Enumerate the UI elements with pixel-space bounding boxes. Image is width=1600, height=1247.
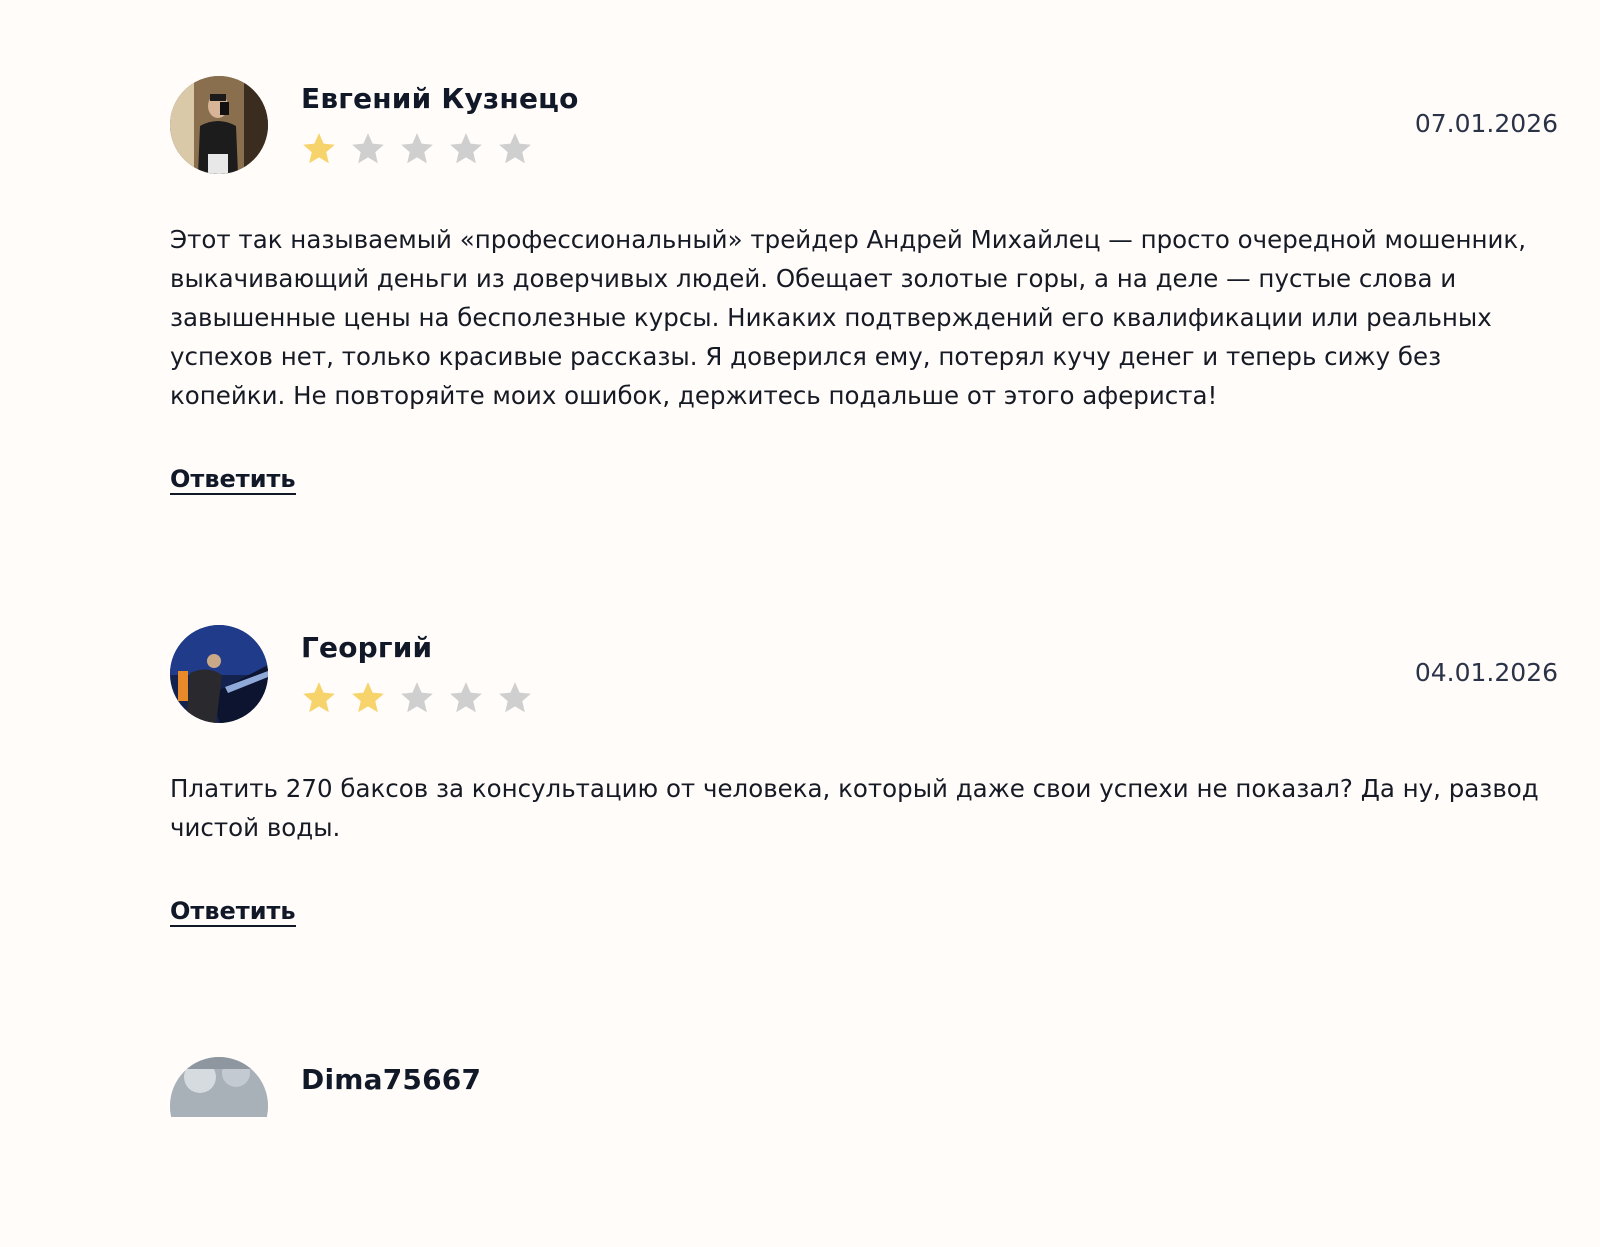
review-item: Георгий 04.01.2026 Платить 270 баксов за… — [170, 625, 1558, 927]
star-empty-icon — [450, 133, 482, 164]
avatar — [170, 76, 268, 174]
star-filled-icon — [303, 133, 335, 164]
review-header: Евгений Кузнецо 07.01.2026 — [170, 76, 1558, 174]
review-header: Георгий 04.01.2026 — [170, 625, 1558, 723]
review-date: 07.01.2026 — [1414, 109, 1558, 138]
author-name: Dima75667 — [301, 1063, 482, 1096]
avatar — [170, 1057, 268, 1117]
reply-link[interactable]: Ответить — [170, 465, 296, 495]
star-empty-icon — [401, 133, 433, 164]
star-empty-icon — [401, 682, 433, 713]
review-item: Евгений Кузнецо 07.01.2026 Этот так назы… — [170, 76, 1558, 495]
reply-link[interactable]: Ответить — [170, 897, 296, 927]
reviews-list: Евгений Кузнецо 07.01.2026 Этот так назы… — [170, 76, 1558, 1247]
review-header: Dima75667 — [170, 1057, 1558, 1117]
review-text: Этот так называемый «профессиональный» т… — [170, 225, 1526, 410]
rating-stars — [300, 679, 534, 717]
author-name: Евгений Кузнецо — [301, 82, 579, 115]
author-name: Георгий — [301, 631, 433, 664]
star-empty-icon — [450, 682, 482, 713]
review-item: Dima75667 — [170, 1057, 1558, 1117]
star-filled-icon — [303, 682, 335, 713]
star-empty-icon — [352, 133, 384, 164]
review-date: 04.01.2026 — [1414, 658, 1558, 687]
review-text: Платить 270 баксов за консультацию от че… — [170, 774, 1539, 842]
avatar — [170, 625, 268, 723]
star-empty-icon — [499, 133, 531, 164]
rating-stars — [300, 130, 534, 168]
star-empty-icon — [499, 682, 531, 713]
star-filled-icon — [352, 682, 384, 713]
